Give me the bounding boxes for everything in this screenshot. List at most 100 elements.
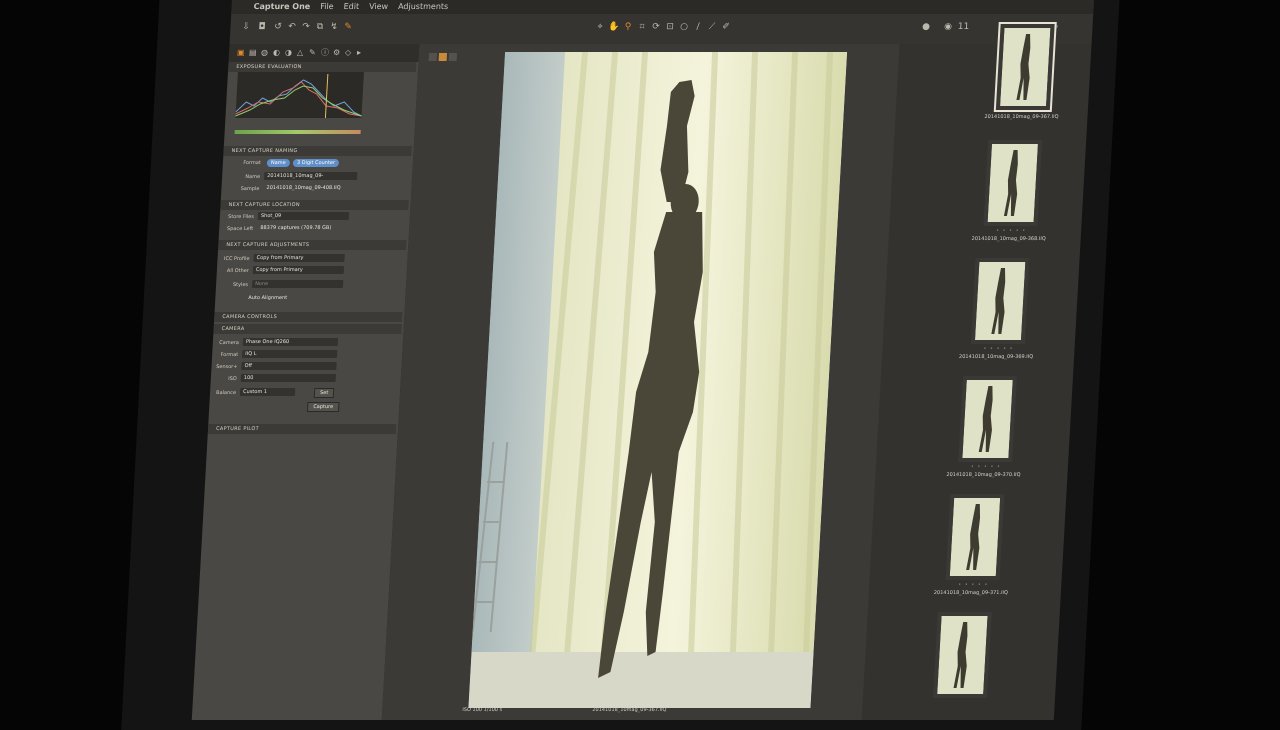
apple-menu-icon[interactable]: [243, 0, 244, 14]
pencil-icon[interactable]: ✐: [720, 22, 732, 33]
thumbnail-1-label: 20141018_10mag_09-367.IIQ: [984, 114, 1059, 120]
camera-icon[interactable]: ◘: [256, 22, 268, 33]
styles-label: Styles: [232, 282, 249, 288]
menu-bar: Capture One File Edit View Adjustments: [231, 0, 1094, 14]
iso-select[interactable]: 100: [240, 374, 337, 382]
set-button[interactable]: Set: [313, 388, 335, 398]
sensor-select[interactable]: Off: [241, 362, 337, 370]
camera-controls-header[interactable]: CAMERA CONTROLS: [213, 312, 403, 322]
thumbnail-3-label: 20141018_10mag_09-369.IIQ: [958, 354, 1034, 360]
naming-name-label: Name: [245, 174, 261, 180]
format-select[interactable]: IIQ L: [241, 350, 338, 358]
tab-more-icon[interactable]: ▸: [357, 48, 367, 57]
user-icon[interactable]: ●: [920, 22, 932, 33]
thumbnail-5-label: 20141018_10mag_09-371.IIQ: [933, 590, 1009, 596]
thumbnail-2-label: 20141018_10mag_09-368.IIQ: [971, 236, 1046, 242]
keystone-icon[interactable]: ⊡: [664, 22, 676, 33]
eye-icon[interactable]: ◉: [942, 22, 954, 33]
store-files-select[interactable]: Shot_09: [257, 212, 350, 220]
rotate-icon[interactable]: ⟳: [650, 22, 662, 33]
hand-icon[interactable]: ✋: [608, 22, 620, 33]
copy-icon[interactable]: ⧉: [314, 22, 326, 33]
count-badge: 11: [957, 22, 970, 32]
thumbnail-4-label: 20141018_10mag_09-370.IIQ: [946, 472, 1021, 478]
exif-readout: ISO 100 1/100 s: [462, 707, 503, 713]
next-capture-adjustments-header[interactable]: NEXT CAPTURE ADJUSTMENTS: [218, 240, 407, 250]
thumbnail-4[interactable]: [958, 376, 1017, 462]
tab-metadata-icon[interactable]: ⓘ: [321, 48, 331, 57]
thumbnail-3[interactable]: [970, 258, 1030, 344]
viewer-filename: 20141018_10mag_09-367.IIQ: [592, 707, 667, 713]
tab-detail-icon[interactable]: △: [297, 48, 307, 57]
styles-select[interactable]: None: [251, 280, 344, 288]
token-name[interactable]: Name: [266, 159, 290, 167]
menu-edit[interactable]: Edit: [343, 0, 359, 14]
reset-icon[interactable]: ↺: [272, 22, 284, 33]
naming-format-label: Format: [243, 160, 262, 166]
main-toolbar: ⇩ ◘ ↺ ↶ ↷ ⧉ ↯ ✎ ⌖ ✋ ⚲ ⌗ ⟳ ⊡ ○ ∕ ⟋ ✐ ● ◉ …: [229, 14, 1094, 45]
tool-tabs: ▣ ▤ ◍ ◐ ◑ △ ✎ ⓘ ⚙ ◇ ▸: [228, 44, 420, 62]
settings-icon[interactable]: ✎: [342, 22, 354, 33]
tab-batch-icon[interactable]: ◇: [345, 48, 355, 57]
thumbnail-3-rating[interactable]: • • • • •: [968, 346, 1028, 352]
main-photo: [468, 52, 848, 708]
icc-profile-select[interactable]: Copy from Primary: [253, 254, 345, 262]
token-counter[interactable]: 3 Digit Counter: [292, 159, 340, 167]
naming-sample-value: 20141018_10mag_09-408.IIQ: [266, 185, 341, 191]
thumbnail-2-rating[interactable]: • • • • •: [981, 228, 1041, 234]
space-left-value: 88379 captures (709.78 GB): [260, 225, 332, 231]
thumbnail-2[interactable]: [983, 140, 1043, 226]
exposure-evaluation-header[interactable]: EXPOSURE EVALUATION: [227, 62, 417, 72]
tab-output-icon[interactable]: ⚙: [333, 48, 343, 57]
next-capture-naming-header[interactable]: NEXT CAPTURE NAMING: [223, 146, 412, 156]
next-capture-location-header[interactable]: NEXT CAPTURE LOCATION: [220, 200, 409, 210]
histogram: [235, 72, 364, 118]
auto-alignment-checkbox[interactable]: Auto Alignment: [245, 294, 328, 302]
loupe-icon[interactable]: ⌖: [594, 22, 606, 33]
filmstrip-browser: 20141018_10mag_09-367.IIQ • • • • • 2014…: [861, 22, 1092, 720]
thumbnail-4-rating[interactable]: • • • • •: [956, 464, 1016, 470]
balance-select[interactable]: Custom 1: [239, 388, 296, 396]
thumbnail-1[interactable]: [993, 22, 1057, 112]
camera-select[interactable]: Phase One IQ260: [242, 338, 339, 346]
space-left-label: Space Left: [226, 226, 254, 232]
exposure-bar: [234, 130, 361, 134]
store-files-label: Store Files: [227, 214, 255, 220]
brush-icon[interactable]: ∕: [692, 22, 704, 33]
tab-capture-icon[interactable]: ▣: [237, 48, 247, 57]
capture-pilot-header[interactable]: CAPTURE PILOT: [207, 424, 397, 434]
view-single-icon[interactable]: [438, 53, 448, 61]
naming-name-value[interactable]: 20141018_10mag_09-: [263, 172, 358, 180]
tab-exposure-icon[interactable]: ◑: [285, 48, 295, 57]
picker-icon[interactable]: ⟋: [706, 22, 718, 33]
viewer-mode-tabs: [428, 46, 459, 65]
menu-file[interactable]: File: [320, 0, 334, 14]
all-other-select[interactable]: Copy from Primary: [252, 266, 345, 274]
tab-library-icon[interactable]: ▤: [249, 48, 259, 57]
thumbnail-6[interactable]: [932, 612, 992, 698]
all-other-label: All Other: [226, 268, 250, 274]
camera-header[interactable]: CAMERA: [213, 324, 402, 334]
zoom-icon[interactable]: ⚲: [622, 22, 634, 33]
tab-color-icon[interactable]: ◐: [273, 48, 283, 57]
undo-icon[interactable]: ↶: [286, 22, 298, 33]
apply-icon[interactable]: ↯: [328, 22, 340, 33]
thumbnail-5-rating[interactable]: • • • • •: [943, 582, 1003, 588]
menu-view[interactable]: View: [369, 0, 389, 14]
redo-icon[interactable]: ↷: [300, 22, 312, 33]
crop-icon[interactable]: ⌗: [636, 22, 648, 33]
menu-adjustments[interactable]: Adjustments: [398, 0, 449, 14]
view-compare-icon[interactable]: [448, 53, 458, 61]
viewer-status-bar: ISO 100 1/100 s 20141018_10mag_09-367.II…: [462, 705, 813, 715]
naming-sample-label: Sample: [240, 186, 260, 192]
thumbnail-5[interactable]: [945, 494, 1005, 580]
menu-app-name[interactable]: Capture One: [253, 0, 310, 14]
capture-tool-panel: EXPOSURE EVALUATION NEXT CAPTURE NAMING …: [191, 62, 420, 720]
import-icon[interactable]: ⇩: [240, 22, 252, 33]
tab-lens-icon[interactable]: ◍: [261, 48, 271, 57]
image-viewer: ISO 100 1/100 s 20141018_10mag_09-367.II…: [381, 44, 900, 720]
capture-button[interactable]: Capture: [306, 402, 340, 412]
spot-icon[interactable]: ○: [678, 22, 690, 33]
tab-adjust-icon[interactable]: ✎: [309, 48, 319, 57]
view-grid-icon[interactable]: [428, 53, 438, 61]
